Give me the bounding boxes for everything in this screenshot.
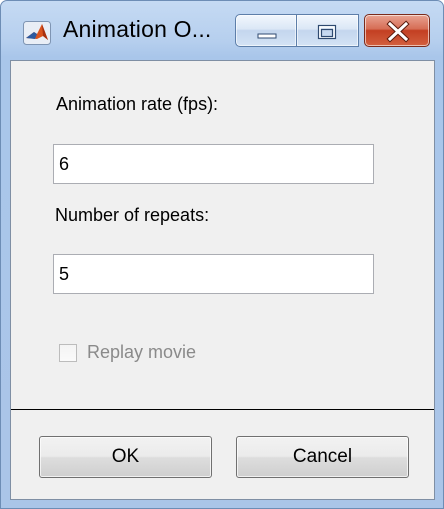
maximize-icon	[317, 24, 337, 40]
close-icon	[386, 20, 410, 43]
animation-rate-label: Animation rate (fps):	[56, 94, 219, 114]
dialog-content: Animation rate (fps): Number of repeats:…	[10, 60, 435, 500]
window-title: Animation O...	[63, 16, 212, 42]
dialog-window: Animation O... Animation rate (fps): Num…	[0, 0, 444, 509]
animation-rate-input[interactable]	[53, 144, 374, 184]
button-panel: OK Cancel	[11, 410, 434, 499]
options-panel: Animation rate (fps): Number of repeats:…	[11, 61, 434, 410]
maximize-button[interactable]	[297, 14, 359, 47]
minimize-icon	[257, 33, 277, 39]
repeats-input[interactable]	[53, 254, 374, 294]
repeats-label: Number of repeats:	[55, 205, 210, 225]
title-bar[interactable]: Animation O...	[1, 1, 443, 61]
replay-movie-label: Replay movie	[87, 342, 197, 362]
cancel-button[interactable]: Cancel	[236, 436, 409, 478]
close-button[interactable]	[364, 14, 430, 47]
replay-movie-checkbox	[59, 344, 77, 362]
ok-button[interactable]: OK	[39, 436, 212, 478]
matlab-icon	[23, 21, 51, 45]
minimize-button[interactable]	[235, 14, 297, 47]
